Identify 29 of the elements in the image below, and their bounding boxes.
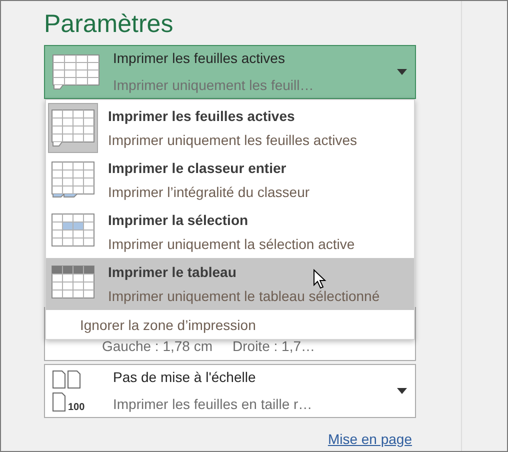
menu-item-description: Imprimer l’intégralité du classeur (108, 182, 310, 202)
menu-item-description: Imprimer uniquement les feuilles actives (108, 130, 357, 150)
scaling-dropdown[interactable]: 100 Pas de mise à l'échelle Imprimer les feuilles en taille r… (44, 364, 416, 418)
dropdown-subtitle: Imprimer les feuilles en taille r… (113, 395, 314, 414)
menu-item[interactable]: Imprimer le classeur entier Imprimer l’intégralité du classeur (46, 154, 414, 206)
menu-item-title: Imprimer le tableau (108, 262, 236, 282)
workbook-grid-icon (50, 160, 96, 200)
menu-item-title: Imprimer les feuilles actives (108, 106, 295, 126)
right-margin-text: Droite : 1,7… (232, 337, 315, 356)
sheet-grid-icon (51, 53, 101, 91)
menu-item[interactable]: Imprimer les feuilles actives Imprimer uniquement les feuilles actives (46, 102, 414, 154)
page-setup-link[interactable]: Mise en page (328, 429, 412, 450)
print-what-dropdown[interactable]: Imprimer les feuilles actives Imprimer uniquement les feuill… (44, 45, 416, 99)
sheet-grid-icon (50, 108, 96, 148)
dropdown-title: Pas de mise à l'échelle (113, 368, 257, 387)
dropdown-subtitle: Imprimer uniquement les feuill… (113, 76, 315, 95)
section-title: Paramètres (44, 9, 174, 40)
mouse-pointer-icon (313, 269, 327, 290)
ignore-print-area-option[interactable]: Ignorer la zone d’impression (46, 310, 414, 339)
caret-icon (397, 69, 407, 75)
menu-item-title: Imprimer le classeur entier (108, 158, 286, 178)
menu-item[interactable]: Imprimer la sélection Imprimer uniquement la sélection active (46, 206, 414, 258)
left-margin-text: Gauche : 1,78 cm (102, 337, 213, 356)
caret-icon (397, 388, 407, 394)
menu-item[interactable]: Imprimer le tableau Imprimer uniquement le tableau sélectionné (46, 258, 414, 310)
menu-item-description: Imprimer uniquement le tableau sélectionné (108, 286, 380, 306)
menu-item-title: Imprimer la sélection (108, 210, 248, 230)
menu-item-description: Imprimer uniquement la sélection active (108, 234, 355, 254)
dropdown-title: Imprimer les feuilles actives (113, 49, 286, 68)
